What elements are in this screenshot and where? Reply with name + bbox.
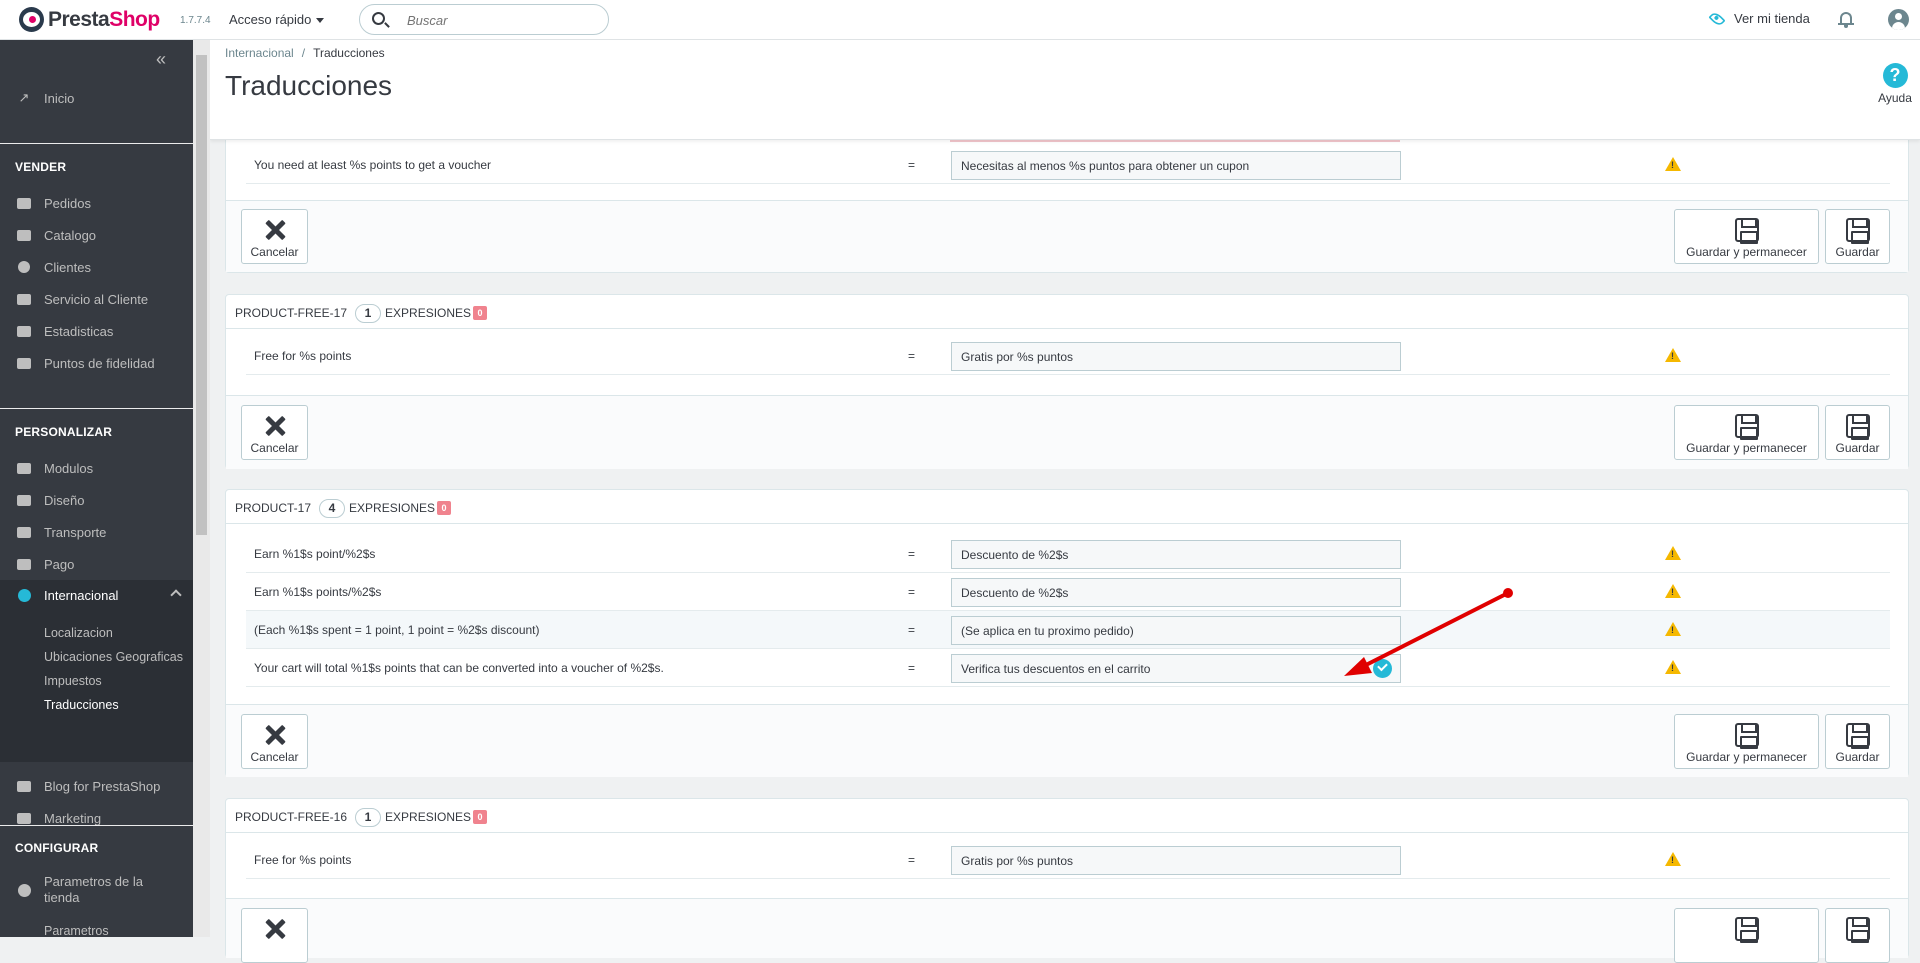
arrow-shaft <box>1358 591 1510 670</box>
arrow-tail <box>1503 588 1513 598</box>
arrow-head <box>1344 657 1372 676</box>
annotation-arrow <box>1344 588 1513 676</box>
